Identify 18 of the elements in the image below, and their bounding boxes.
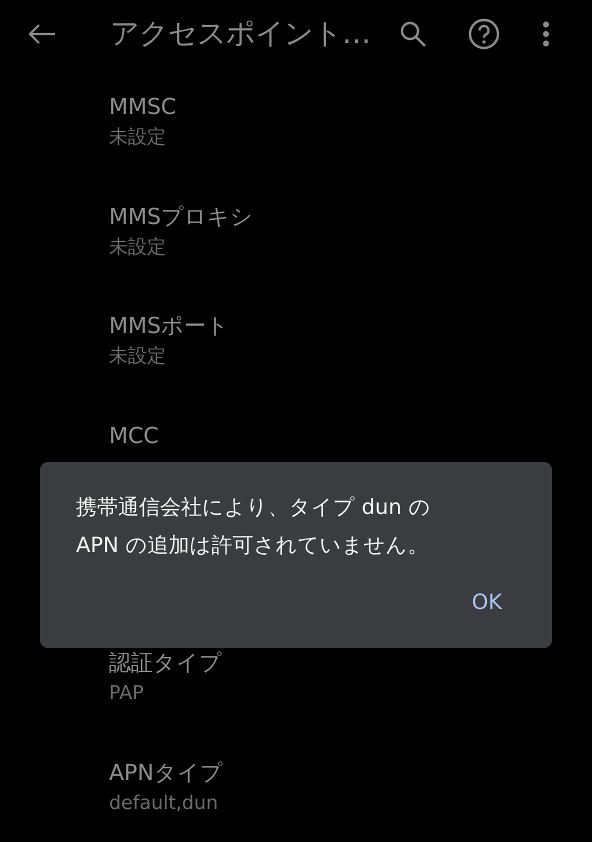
setting-title[interactable]: MCC	[109, 422, 159, 450]
toolbar-title: アクセスポイント…	[110, 15, 371, 52]
ok-button[interactable]: OK	[472, 590, 502, 614]
setting-value: 未設定	[109, 344, 166, 369]
setting-title[interactable]: 認証タイプ	[109, 650, 222, 678]
setting-value: default,dun	[109, 790, 218, 816]
back-icon[interactable]	[28, 23, 56, 45]
setting-value: 未設定	[109, 125, 166, 150]
setting-title[interactable]: MMSポート	[109, 313, 229, 341]
help-icon[interactable]	[468, 18, 500, 50]
more-icon[interactable]	[542, 21, 550, 47]
setting-title[interactable]: APNタイプ	[109, 760, 223, 788]
setting-value: 未設定	[109, 234, 166, 260]
search-icon[interactable]	[400, 21, 426, 47]
dialog-message: 携帯通信会社により、タイプ dun の APN の追加は許可されていません。	[76, 494, 432, 559]
setting-title[interactable]: MMSプロキシ	[109, 204, 253, 232]
setting-title[interactable]: MMSC	[109, 94, 176, 122]
setting-value: PAP	[109, 681, 144, 706]
